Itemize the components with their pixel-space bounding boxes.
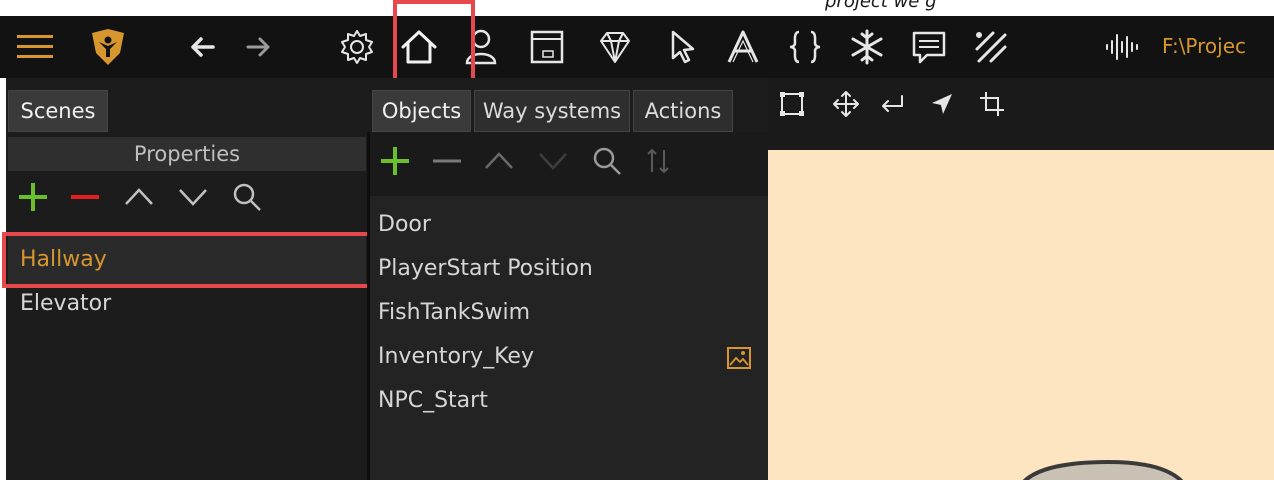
diamond-icon[interactable] xyxy=(592,24,638,70)
objects-list: Door PlayerStart Position FishTankSwim I… xyxy=(370,196,768,480)
cursor-icon[interactable] xyxy=(660,24,706,70)
add-scene-icon[interactable] xyxy=(16,180,50,214)
select-rect-icon[interactable] xyxy=(778,90,806,118)
image-icon[interactable] xyxy=(726,346,752,370)
back-arrow-icon[interactable] xyxy=(180,24,226,70)
scene-item-elevator[interactable]: Elevator xyxy=(20,291,111,316)
menu-icon[interactable] xyxy=(12,24,58,70)
move-down-icon[interactable] xyxy=(176,180,210,214)
audio-waveform-icon[interactable] xyxy=(1100,24,1146,70)
search-object-icon[interactable] xyxy=(590,144,624,178)
search-scene-icon[interactable] xyxy=(230,180,264,214)
object-item-door[interactable]: Door xyxy=(378,212,431,237)
object-item-inventory-key[interactable]: Inventory_Key xyxy=(378,344,534,369)
dialog-window-icon[interactable] xyxy=(524,24,570,70)
scene-canvas[interactable] xyxy=(768,150,1274,480)
tab-scenes[interactable]: Scenes xyxy=(8,90,108,132)
tab-way-systems[interactable]: Way systems xyxy=(474,90,630,132)
move-up-icon[interactable] xyxy=(122,180,156,214)
crop-icon[interactable] xyxy=(978,90,1006,118)
objects-action-bar xyxy=(370,132,768,196)
sort-icon[interactable] xyxy=(642,144,676,178)
gear-icon[interactable] xyxy=(334,24,380,70)
font-icon[interactable] xyxy=(720,24,766,70)
canvas-toolbar xyxy=(768,78,1274,150)
move-icon[interactable] xyxy=(832,90,860,118)
top-strip: project we g xyxy=(0,0,1274,16)
object-down-icon[interactable] xyxy=(536,144,570,178)
main-toolbar: F:\Projec xyxy=(0,16,1274,78)
hallway-highlight-box xyxy=(2,232,372,288)
snowflake-icon[interactable] xyxy=(844,24,890,70)
comment-icon[interactable] xyxy=(906,24,952,70)
app-logo-icon xyxy=(85,24,131,70)
hatch-pattern-icon[interactable] xyxy=(968,24,1014,70)
tab-actions[interactable]: Actions xyxy=(633,90,733,132)
forward-arrow-icon[interactable] xyxy=(235,24,281,70)
object-item-playerstart[interactable]: PlayerStart Position xyxy=(378,256,593,281)
project-path: F:\Projec xyxy=(1162,34,1247,58)
properties-header[interactable]: Properties xyxy=(8,137,366,171)
top-caption: project we g xyxy=(825,0,937,12)
tab-objects[interactable]: Objects xyxy=(372,90,471,132)
script-braces-icon[interactable] xyxy=(782,24,828,70)
direction-arrow-icon[interactable] xyxy=(928,90,956,118)
remove-scene-icon[interactable] xyxy=(68,180,102,214)
object-item-npc-start[interactable]: NPC_Start xyxy=(378,388,488,413)
add-object-icon[interactable] xyxy=(378,144,412,178)
object-up-icon[interactable] xyxy=(482,144,516,178)
object-item-fishtankswim[interactable]: FishTankSwim xyxy=(378,300,530,325)
home-highlight-box xyxy=(393,0,475,82)
remove-object-icon[interactable] xyxy=(430,144,464,178)
return-arrow-icon[interactable] xyxy=(878,90,906,118)
